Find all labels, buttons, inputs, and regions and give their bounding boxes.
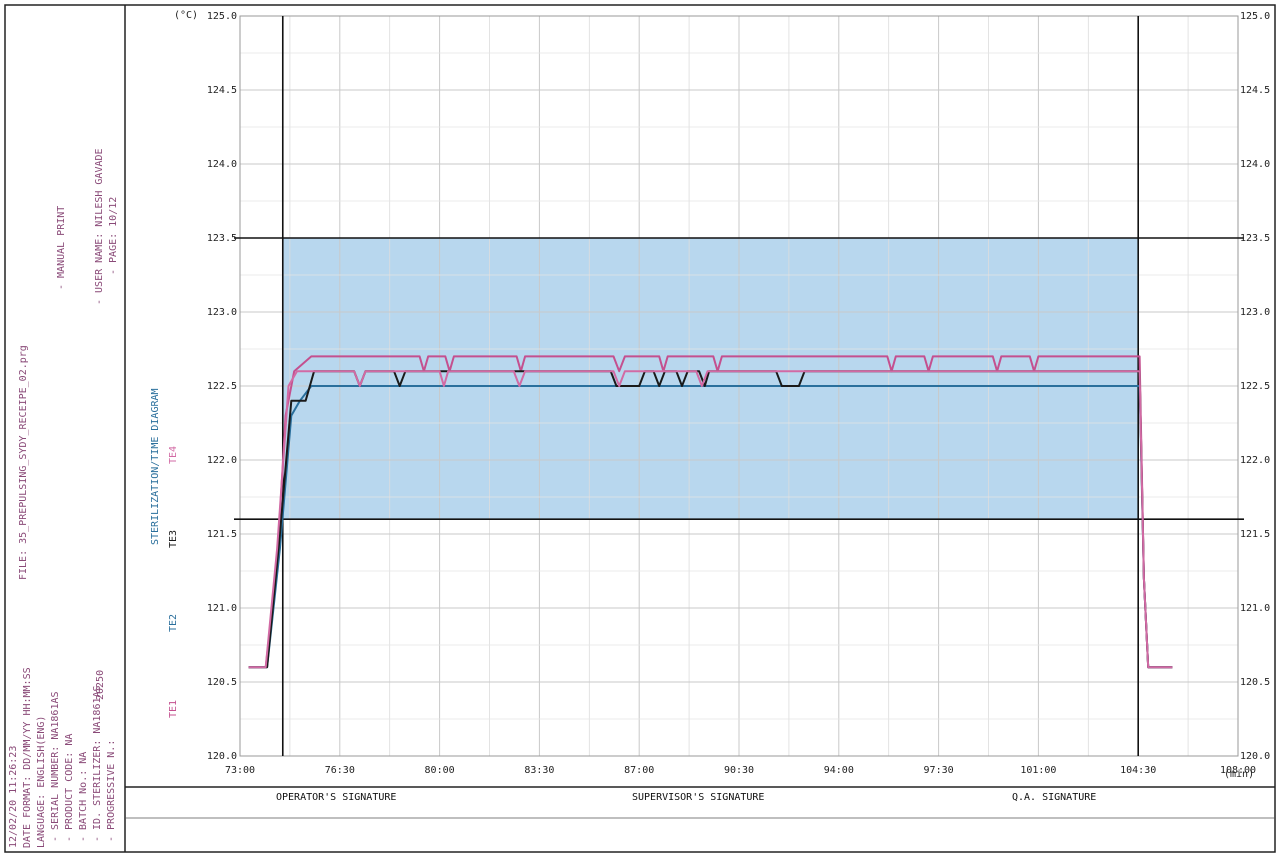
x-tick-label: 76:30: [325, 765, 355, 776]
qa-signature: Q.A. SIGNATURE: [1012, 792, 1096, 803]
product-code: - PRODUCT CODE: NA: [64, 734, 75, 842]
y-tick-label-left: 120.0: [207, 751, 237, 762]
y-tick-label-left: 124.0: [207, 159, 237, 170]
x-tick-label: 83:30: [524, 765, 554, 776]
x-tick-label: 90:30: [724, 765, 754, 776]
file-name: FILE: 35_PREPULSING_SYDY_RECEIPE_02.prg: [18, 345, 29, 580]
y-tick-label-right: 124.0: [1240, 159, 1270, 170]
x-axis-unit: (min): [1224, 769, 1254, 780]
y-tick-label-left: 121.0: [207, 603, 237, 614]
legend-entry-te1: TE1: [168, 700, 179, 718]
y-tick-label-right: 121.0: [1240, 603, 1270, 614]
supervisor-signature: SUPERVISOR'S SIGNATURE: [632, 792, 764, 803]
batch-number: - BATCH No.: NA: [78, 752, 89, 842]
x-tick-label: 101:00: [1020, 765, 1056, 776]
y-tick-label-left: 123.0: [207, 307, 237, 318]
page-number: - PAGE: 10/12: [108, 197, 119, 275]
y-tick-label-right: 121.5: [1240, 529, 1270, 540]
manual-print: - MANUAL PRINT: [56, 206, 67, 290]
x-tick-label: 80:00: [425, 765, 455, 776]
chart-title: STERILIZATION/TIME DIAGRAM: [150, 388, 161, 545]
serial-number: - SERIAL NUMBER: NA1861AS: [50, 691, 61, 842]
x-tick-label: 94:00: [824, 765, 854, 776]
y-tick-label-right: 125.0: [1240, 11, 1270, 22]
legend-entry-te3: TE3: [168, 530, 179, 548]
y-tick-label-right: 122.5: [1240, 381, 1270, 392]
y-tick-label-right: 124.5: [1240, 85, 1270, 96]
y-tick-label-left: 122.0: [207, 455, 237, 466]
y-tick-label-right: 120.0: [1240, 751, 1270, 762]
x-tick-label: 73:00: [225, 765, 255, 776]
legend-entry-te4: TE4: [168, 446, 179, 464]
header-block: FILE: 35_PREPULSING_SYDY_RECEIPE_02.prg …: [8, 148, 119, 848]
user-name: - USER NAME: NILESH GAVADE: [94, 148, 105, 305]
legend-entry-te2: TE2: [168, 614, 179, 632]
y-axis-unit: (°C): [174, 10, 198, 21]
x-tick-label: 97:30: [924, 765, 954, 776]
y-tick-label-left: 125.0: [207, 11, 237, 22]
date-format: DATE FORMAT: DD/MM/YY HH:MM:SS: [22, 667, 33, 848]
legend: TE1 TE2 TE3 TE4: [168, 446, 179, 718]
y-tick-label-left: 120.5: [207, 677, 237, 688]
language: LANGUAGE: ENGLISH(ENG): [36, 716, 47, 848]
operator-signature: OPERATOR'S SIGNATURE: [276, 792, 396, 803]
print-datetime: 12/02/20 11:26:23: [8, 746, 19, 848]
y-tick-label-right: 123.0: [1240, 307, 1270, 318]
y-tick-label-left: 121.5: [207, 529, 237, 540]
y-tick-label-right: 120.5: [1240, 677, 1270, 688]
x-tick-label: 104:30: [1120, 765, 1156, 776]
sterilization-chart: 120.0 120.0 120.5 120.5 121.0 121.0 121.5 121.5…: [4, 4, 1276, 853]
x-tick-label: 87:00: [624, 765, 654, 776]
y-tick-label-left: 122.5: [207, 381, 237, 392]
y-tick-label-left: 123.5: [207, 233, 237, 244]
progressive-value: 20250: [95, 670, 106, 700]
id-sterilizer: - ID. STERILIZER: NA1861AS: [92, 685, 103, 842]
acceptance-band: [282, 238, 1139, 520]
y-tick-label-right: 122.0: [1240, 455, 1270, 466]
y-tick-label-left: 124.5: [207, 85, 237, 96]
progressive-number: - PROGRESSIVE N.:: [106, 740, 117, 842]
y-tick-label-right: 123.5: [1240, 233, 1270, 244]
